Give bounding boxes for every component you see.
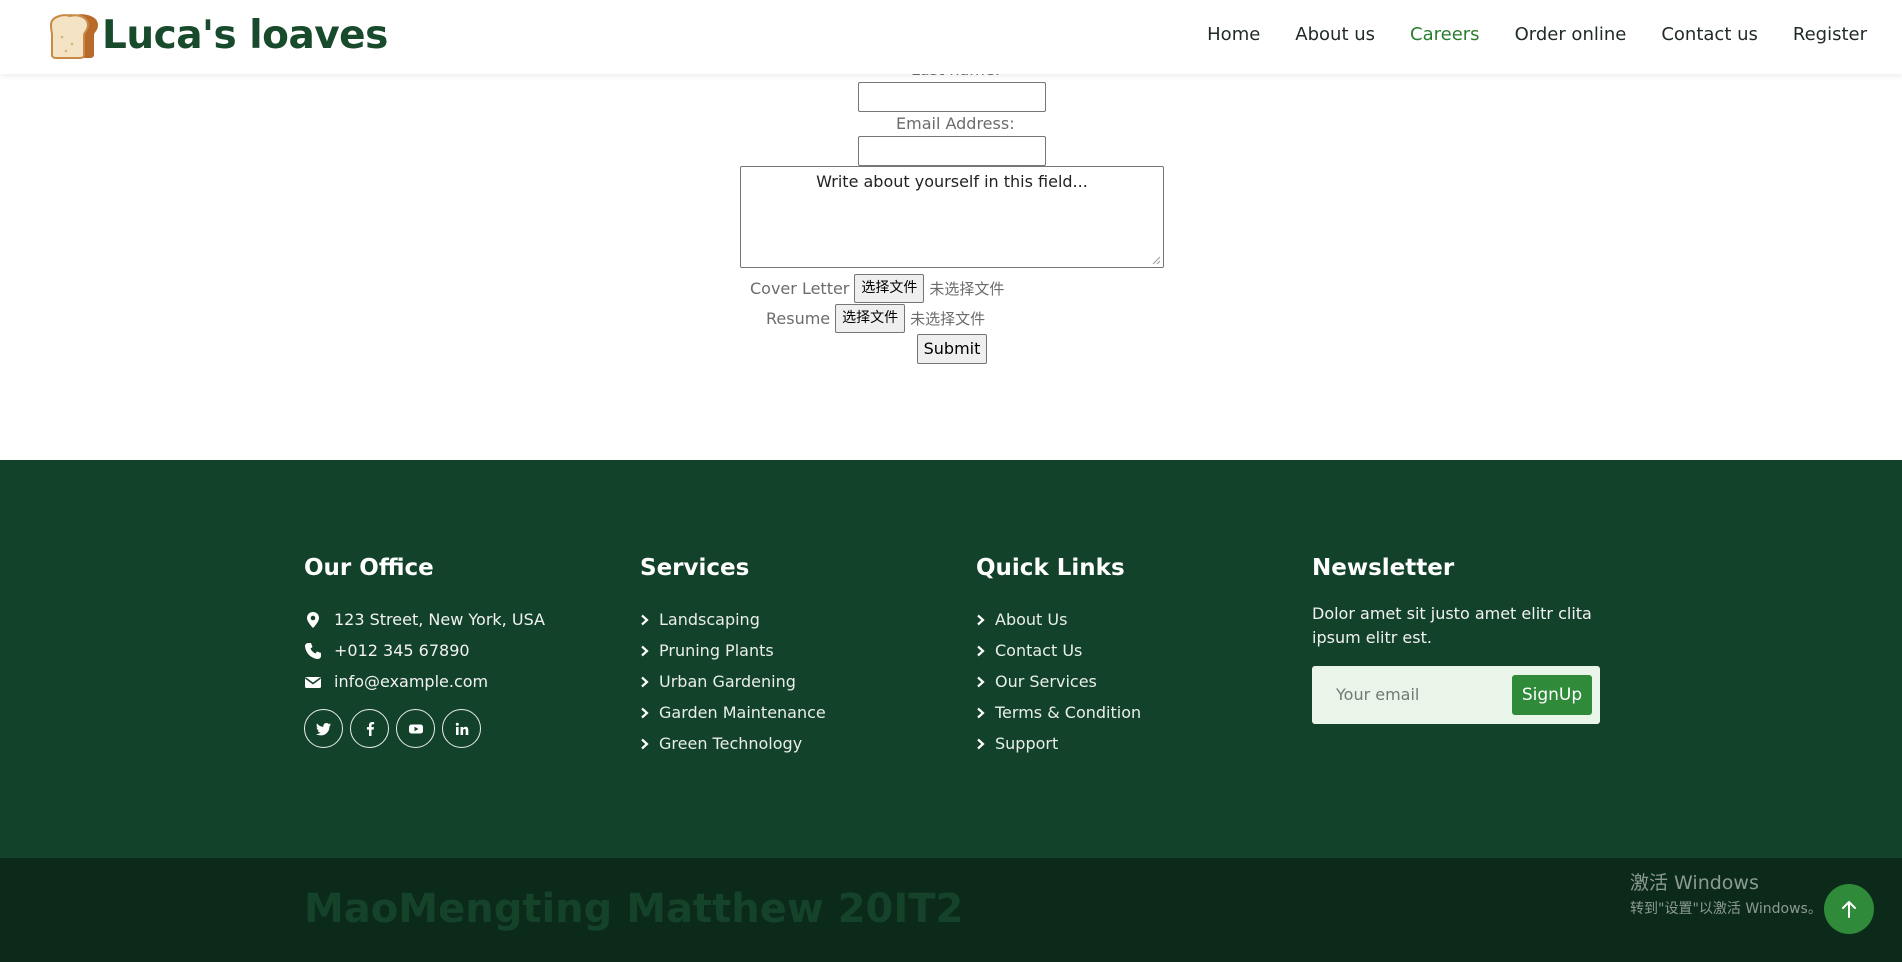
resume-file-status: 未选择文件	[910, 310, 986, 328]
resume-row: Resume 选择文件 未选择文件	[766, 304, 985, 333]
map-marker-icon	[307, 611, 319, 628]
resume-label: Resume	[766, 309, 831, 328]
arrow-up-icon	[1842, 901, 1856, 918]
newsletter-form: Your email SignUp	[1312, 666, 1600, 724]
services-link-label: Landscaping	[659, 610, 760, 629]
main-nav: Home About us Careers Order online Conta…	[1172, 0, 1867, 68]
office-phone-text: +012 345 67890	[334, 641, 470, 660]
quick-link[interactable]: About Us	[976, 604, 1141, 635]
twitter-link[interactable]	[304, 709, 343, 748]
cover-letter-choose-file-button[interactable]: 选择文件	[854, 274, 925, 303]
chevron-right-icon	[977, 645, 985, 656]
services-link-label: Garden Maintenance	[659, 703, 826, 722]
services-link-label: Pruning Plants	[659, 641, 774, 660]
services-link-label: Urban Gardening	[659, 672, 796, 691]
watermark-subtitle: 转到"设置"以激活 Windows。	[1630, 901, 1822, 917]
logo-text: Luca's loaves	[102, 12, 388, 58]
phone-icon	[305, 642, 321, 659]
resize-grip-icon[interactable]	[1152, 256, 1161, 265]
site-header: Luca's loaves Home About us Careers Orde…	[0, 0, 1902, 74]
nav-register[interactable]: Register	[1793, 24, 1867, 45]
twitter-icon	[315, 722, 331, 735]
cover-letter-file-status: 未选择文件	[929, 280, 1005, 298]
resume-choose-file-button[interactable]: 选择文件	[835, 304, 906, 333]
services-link[interactable]: Garden Maintenance	[640, 697, 826, 728]
services-link-label: Green Technology	[659, 734, 803, 753]
logo[interactable]: Luca's loaves	[48, 10, 388, 60]
quick-link[interactable]: Our Services	[976, 666, 1141, 697]
newsletter-email-input[interactable]: Your email	[1336, 685, 1419, 704]
newsletter-text: Dolor amet sit justo amet elitr clita ip…	[1312, 604, 1592, 647]
linkedin-link[interactable]	[442, 709, 481, 748]
linkedin-icon	[455, 722, 468, 735]
chevron-right-icon	[977, 738, 985, 749]
chevron-right-icon	[977, 614, 985, 625]
footer-quick-links: Quick Links About Us Contact Us Our Serv…	[976, 555, 1141, 759]
email-label: Email Address:	[896, 114, 1015, 133]
services-link[interactable]: Urban Gardening	[640, 666, 826, 697]
nav-contact-us[interactable]: Contact us	[1661, 24, 1758, 45]
quick-link-label: Terms & Condition	[995, 703, 1142, 722]
cover-letter-label: Cover Letter	[750, 279, 850, 298]
office-email-text: info@example.com	[334, 672, 489, 691]
copyright-bar: MaoMengting Matthew 20IT2 激活 Windows 转到"…	[0, 858, 1902, 962]
quick-link[interactable]: Contact Us	[976, 635, 1141, 666]
envelope-icon	[305, 676, 321, 688]
quick-link[interactable]: Support	[976, 728, 1141, 759]
chevron-right-icon	[641, 738, 649, 749]
about-textarea[interactable]: Write about yourself in this field...	[740, 166, 1164, 268]
facebook-link[interactable]	[350, 709, 389, 748]
social-links	[304, 709, 545, 748]
chevron-right-icon	[641, 614, 649, 625]
newsletter-signup-button[interactable]: SignUp	[1512, 675, 1592, 715]
watermark-title: 激活 Windows	[1630, 872, 1759, 894]
cover-letter-row: Cover Letter 选择文件 未选择文件	[750, 274, 1004, 303]
facebook-icon	[366, 721, 374, 736]
office-address-text: 123 Street, New York, USA	[334, 610, 545, 629]
footer-services: Services Landscaping Pruning Plants Urba…	[640, 555, 826, 759]
footer-office: Our Office 123 Street, New York, USA +01…	[304, 555, 545, 748]
nav-home[interactable]: Home	[1207, 24, 1260, 45]
submit-button[interactable]: Submit	[917, 334, 987, 364]
about-textarea-placeholder: Write about yourself in this field...	[816, 172, 1088, 191]
bread-icon	[49, 14, 98, 59]
office-email: info@example.com	[304, 666, 545, 697]
footer-newsletter: Newsletter Dolor amet sit justo amet eli…	[1312, 555, 1612, 724]
quick-link-label: Contact Us	[995, 641, 1083, 660]
services-link[interactable]: Landscaping	[640, 604, 826, 635]
quick-links-title: Quick Links	[976, 555, 1125, 581]
chevron-right-icon	[977, 676, 985, 687]
newsletter-title: Newsletter	[1312, 555, 1455, 581]
quick-link-label: Support	[995, 734, 1059, 753]
youtube-link[interactable]	[396, 709, 435, 748]
services-link[interactable]: Green Technology	[640, 728, 826, 759]
office-address: 123 Street, New York, USA	[304, 604, 545, 635]
author-credit: MaoMengting Matthew 20IT2	[304, 886, 964, 932]
back-to-top-button[interactable]	[1824, 884, 1874, 934]
quick-link-label: About Us	[995, 610, 1068, 629]
quick-link-label: Our Services	[995, 672, 1097, 691]
windows-activation-watermark: 激活 Windows 转到"设置"以激活 Windows。	[1630, 868, 1822, 918]
nav-order-online[interactable]: Order online	[1515, 24, 1627, 45]
last-name-input[interactable]	[858, 82, 1046, 112]
youtube-icon	[408, 724, 423, 733]
chevron-right-icon	[977, 707, 985, 718]
site-footer: Our Office 123 Street, New York, USA +01…	[0, 460, 1902, 858]
services-link[interactable]: Pruning Plants	[640, 635, 826, 666]
nav-about-us[interactable]: About us	[1295, 24, 1375, 45]
chevron-right-icon	[641, 645, 649, 656]
chevron-right-icon	[641, 707, 649, 718]
office-phone: +012 345 67890	[304, 635, 545, 666]
nav-careers[interactable]: Careers	[1410, 24, 1480, 45]
email-input[interactable]	[858, 136, 1046, 166]
quick-link[interactable]: Terms & Condition	[976, 697, 1141, 728]
chevron-right-icon	[641, 676, 649, 687]
services-title: Services	[640, 555, 750, 581]
office-title: Our Office	[304, 555, 434, 581]
